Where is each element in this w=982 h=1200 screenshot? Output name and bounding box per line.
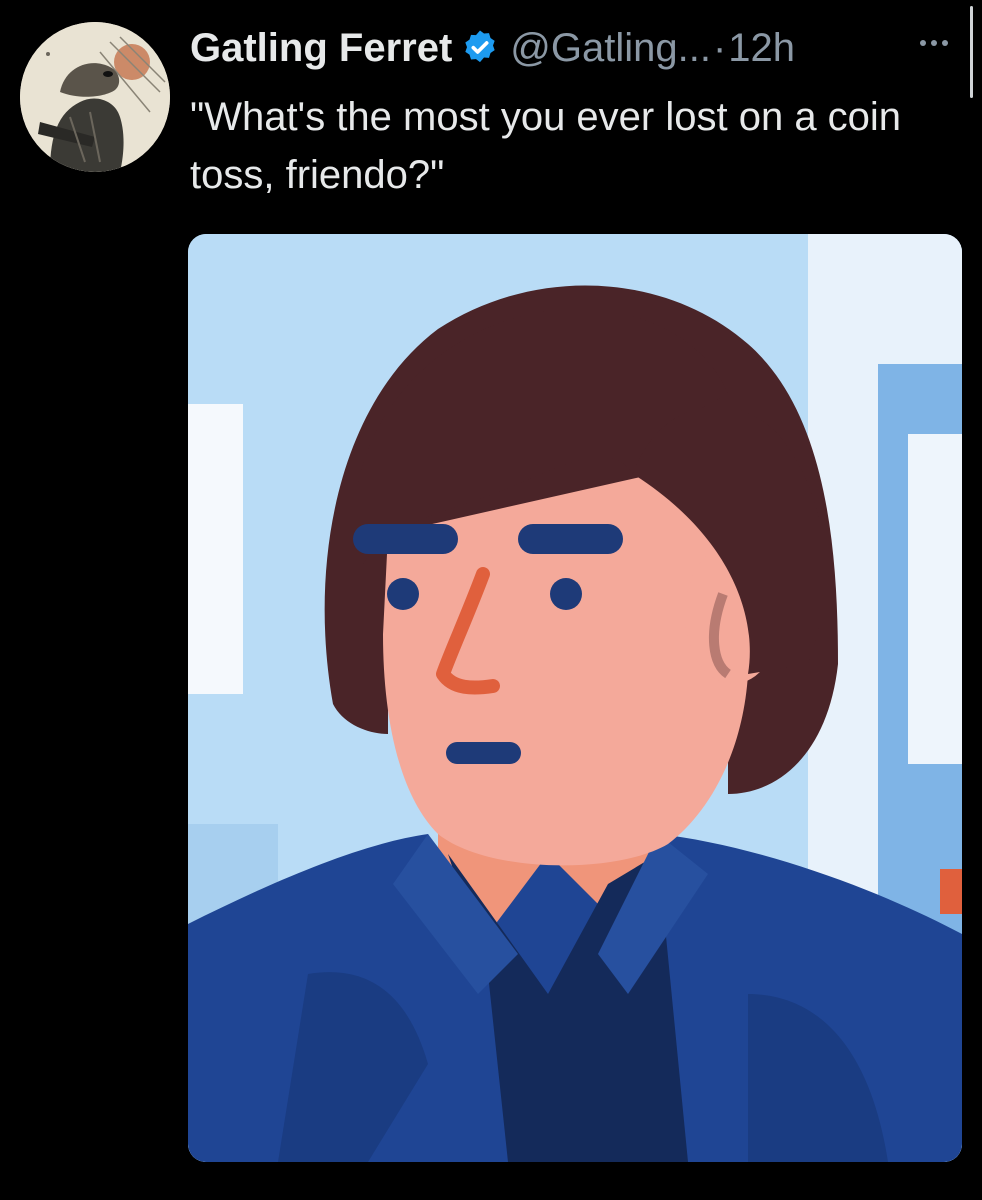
author-avatar[interactable]	[20, 22, 170, 172]
tweet-media-image[interactable]	[188, 234, 962, 1162]
author-handle[interactable]: @Gatling...	[510, 26, 711, 71]
verified-badge-icon[interactable]	[460, 28, 500, 68]
tweet-timestamp[interactable]: 12h	[728, 26, 795, 71]
tweet-text: "What's the most you ever lost on a coin…	[190, 95, 902, 197]
separator-dot: ·	[712, 25, 727, 70]
ferret-avatar-icon	[20, 22, 170, 172]
cartoon-man-illustration	[188, 234, 962, 1162]
more-horizontal-icon[interactable]	[920, 36, 956, 50]
author-display-name[interactable]: Gatling Ferret	[190, 26, 452, 71]
scrollbar[interactable]	[970, 6, 973, 98]
tweet-header: Gatling Ferret @Gatling... · 12h	[190, 18, 795, 78]
tweet[interactable]: Gatling Ferret @Gatling... · 12h "What's…	[0, 0, 982, 1200]
